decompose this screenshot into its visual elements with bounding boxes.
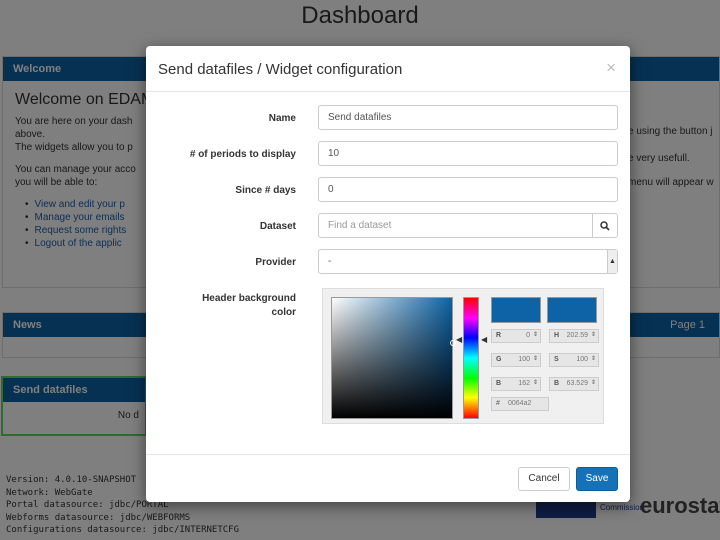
red-field[interactable]: R 0 ⇕ xyxy=(491,329,541,343)
dataset-label: Dataset xyxy=(259,221,296,232)
spinner-icon[interactable]: ⇕ xyxy=(591,331,596,338)
red-label: R xyxy=(496,332,502,339)
dataset-search-button[interactable] xyxy=(592,213,618,238)
green-value: 100 xyxy=(518,356,530,363)
provider-selected-value: - xyxy=(328,256,332,267)
provider-select[interactable]: - xyxy=(318,249,618,274)
hex-field[interactable]: # 0064a2 xyxy=(491,397,549,411)
hex-value: 0064a2 xyxy=(508,400,532,407)
saturation-value: 100 xyxy=(576,356,588,363)
chevron-down-icon[interactable]: ▲ xyxy=(607,250,617,273)
current-color-swatch[interactable] xyxy=(547,297,597,323)
periods-label: # of periods to display xyxy=(189,149,296,160)
color-picker: ◀ ◀ R 0 ⇕ G 100 ⇕ B 162 ⇕ H 202.59 ⇕ S 1… xyxy=(322,288,604,424)
name-input[interactable]: Send datafiles xyxy=(318,105,618,130)
hue-slider-handle-right[interactable]: ◀ xyxy=(481,335,487,344)
close-icon[interactable]: × xyxy=(606,58,616,78)
hue-slider-handle-left[interactable]: ◀ xyxy=(456,335,462,344)
spinner-icon[interactable]: ⇕ xyxy=(591,355,596,362)
spinner-icon[interactable]: ⇕ xyxy=(533,379,538,386)
name-label: Name xyxy=(268,113,296,124)
modal-footer: Cancel Save xyxy=(146,454,630,502)
spinner-icon[interactable]: ⇕ xyxy=(533,331,538,338)
hex-label: # xyxy=(496,400,500,407)
brightness-field[interactable]: B 63.529 ⇕ xyxy=(549,377,599,391)
spinner-icon[interactable]: ⇕ xyxy=(591,379,596,386)
new-color-swatch xyxy=(491,297,541,323)
red-value: 0 xyxy=(526,332,530,339)
provider-label: Provider xyxy=(255,257,296,268)
modal-title: Send datafiles / Widget configuration xyxy=(158,61,403,78)
modal-header: Send datafiles / Widget configuration × xyxy=(146,46,630,92)
saturation-brightness-area[interactable] xyxy=(331,297,456,419)
green-label: G xyxy=(496,356,502,363)
header-bg-label-line-1: Header background xyxy=(202,293,296,304)
blue-field[interactable]: B 162 ⇕ xyxy=(491,377,541,391)
cancel-button[interactable]: Cancel xyxy=(518,467,570,491)
header-bg-label-line-2: color xyxy=(271,307,296,318)
header-bg-label: Header background color xyxy=(202,292,296,320)
search-icon xyxy=(600,221,610,231)
since-days-input[interactable]: 0 xyxy=(318,177,618,202)
saturation-field[interactable]: S 100 ⇕ xyxy=(549,353,599,367)
hue-slider[interactable] xyxy=(463,297,479,419)
hue-field[interactable]: H 202.59 ⇕ xyxy=(549,329,599,343)
hue-label: H xyxy=(554,332,560,339)
spinner-icon[interactable]: ⇕ xyxy=(533,355,538,362)
brightness-value: 63.529 xyxy=(566,380,588,387)
dataset-search-input[interactable]: Find a dataset xyxy=(318,213,594,238)
since-days-label: Since # days xyxy=(235,185,296,196)
hue-value: 202.59 xyxy=(566,332,588,339)
save-button[interactable]: Save xyxy=(576,467,618,491)
saturation-label: S xyxy=(554,356,559,363)
blue-value: 162 xyxy=(518,380,530,387)
blue-label: B xyxy=(496,380,502,387)
green-field[interactable]: G 100 ⇕ xyxy=(491,353,541,367)
periods-input[interactable]: 10 xyxy=(318,141,618,166)
brightness-label: B xyxy=(554,380,560,387)
widget-config-modal: Send datafiles / Widget configuration × … xyxy=(146,46,630,502)
